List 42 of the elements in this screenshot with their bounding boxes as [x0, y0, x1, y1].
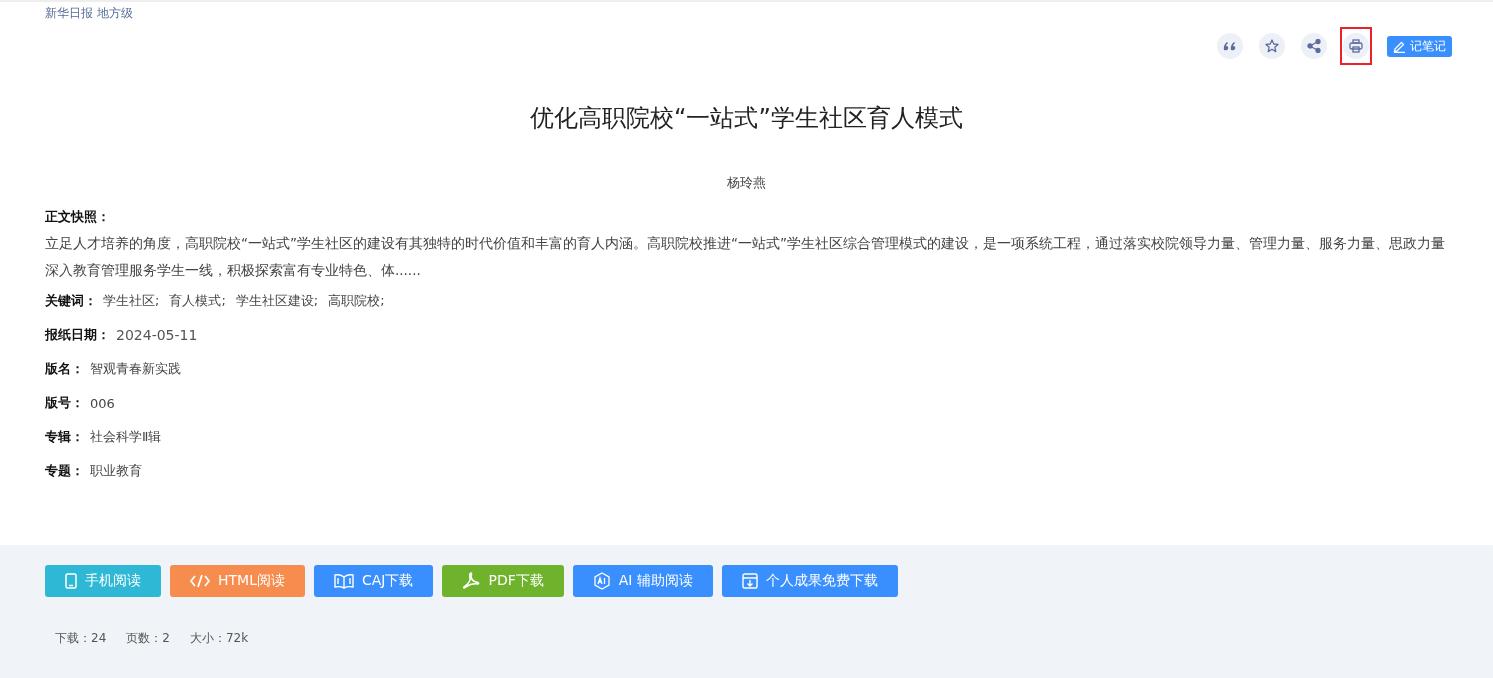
snapshot-text: 立足人才培养的角度，高职院校“一站式”学生社区的建设有其独特的时代价值和丰富的育人内涵。高职院校推进“一站式”学生社区综合管理模式的建设，是一项系统工程，通过落实校院领导力量、管理力量、服务力量、思政力量深入教育管理服务学生一线，积极探索富有专业特色、体...... — [45, 234, 1446, 280]
article-title: 优化高职院校“一站式”学生社区育人模式 — [529, 103, 964, 134]
snapshot-label: 正文快照： — [45, 208, 111, 226]
field-label: 版号： — [45, 394, 84, 412]
printer-icon — [1349, 39, 1363, 53]
keywords-label: 关键词： — [45, 292, 97, 310]
field-value: 006 — [90, 395, 115, 411]
pencil-icon — [1393, 39, 1406, 53]
keyword-link[interactable]: 高职院校; — [328, 292, 385, 310]
field-label: 专题： — [45, 462, 84, 480]
action-button[interactable]: PDF下载 — [442, 565, 564, 597]
stat-text: 页数：2 — [126, 630, 170, 647]
action-button[interactable]: HTML阅读 — [170, 565, 305, 597]
download-icon — [741, 573, 758, 589]
pdf-icon — [462, 572, 481, 590]
highlighted-tool-button[interactable] — [1340, 27, 1372, 65]
phone-icon — [65, 573, 77, 589]
quote-icon — [1223, 41, 1237, 51]
field-label: 专辑： — [45, 428, 84, 446]
field-value: 2024-05-11 — [116, 327, 198, 343]
field-value: 社会科学Ⅱ辑 — [90, 428, 162, 446]
action-button[interactable]: AI 辅助阅读 — [572, 565, 713, 597]
field-value: 智观青春新实践 — [90, 360, 181, 378]
book-icon — [333, 573, 354, 589]
code-icon — [190, 574, 210, 588]
keyword-link[interactable]: 学生社区; — [103, 292, 160, 310]
take-notes-button[interactable]: 记笔记 — [1387, 35, 1452, 57]
stat-text: 大小：72k — [189, 630, 249, 647]
share-icon — [1307, 39, 1321, 53]
action-button[interactable]: 个人成果免费下载 — [721, 565, 898, 597]
stat-text: 下载：24 — [55, 630, 107, 647]
author-name[interactable]: 杨玲燕 — [0, 174, 1493, 192]
star-icon — [1265, 39, 1279, 53]
field-value: 职业教育 — [90, 462, 142, 480]
ai-icon — [592, 572, 611, 590]
keyword-link[interactable]: 学生社区建设; — [235, 292, 319, 310]
field-label: 报纸日期： — [45, 326, 110, 344]
action-button[interactable]: 手机阅读 — [45, 565, 161, 597]
source-label: 新华日报 地方级 — [45, 6, 133, 20]
keyword-link[interactable]: 育人模式; — [169, 292, 226, 310]
action-button[interactable]: CAJ下载 — [313, 565, 434, 597]
field-label: 版名： — [45, 360, 84, 378]
